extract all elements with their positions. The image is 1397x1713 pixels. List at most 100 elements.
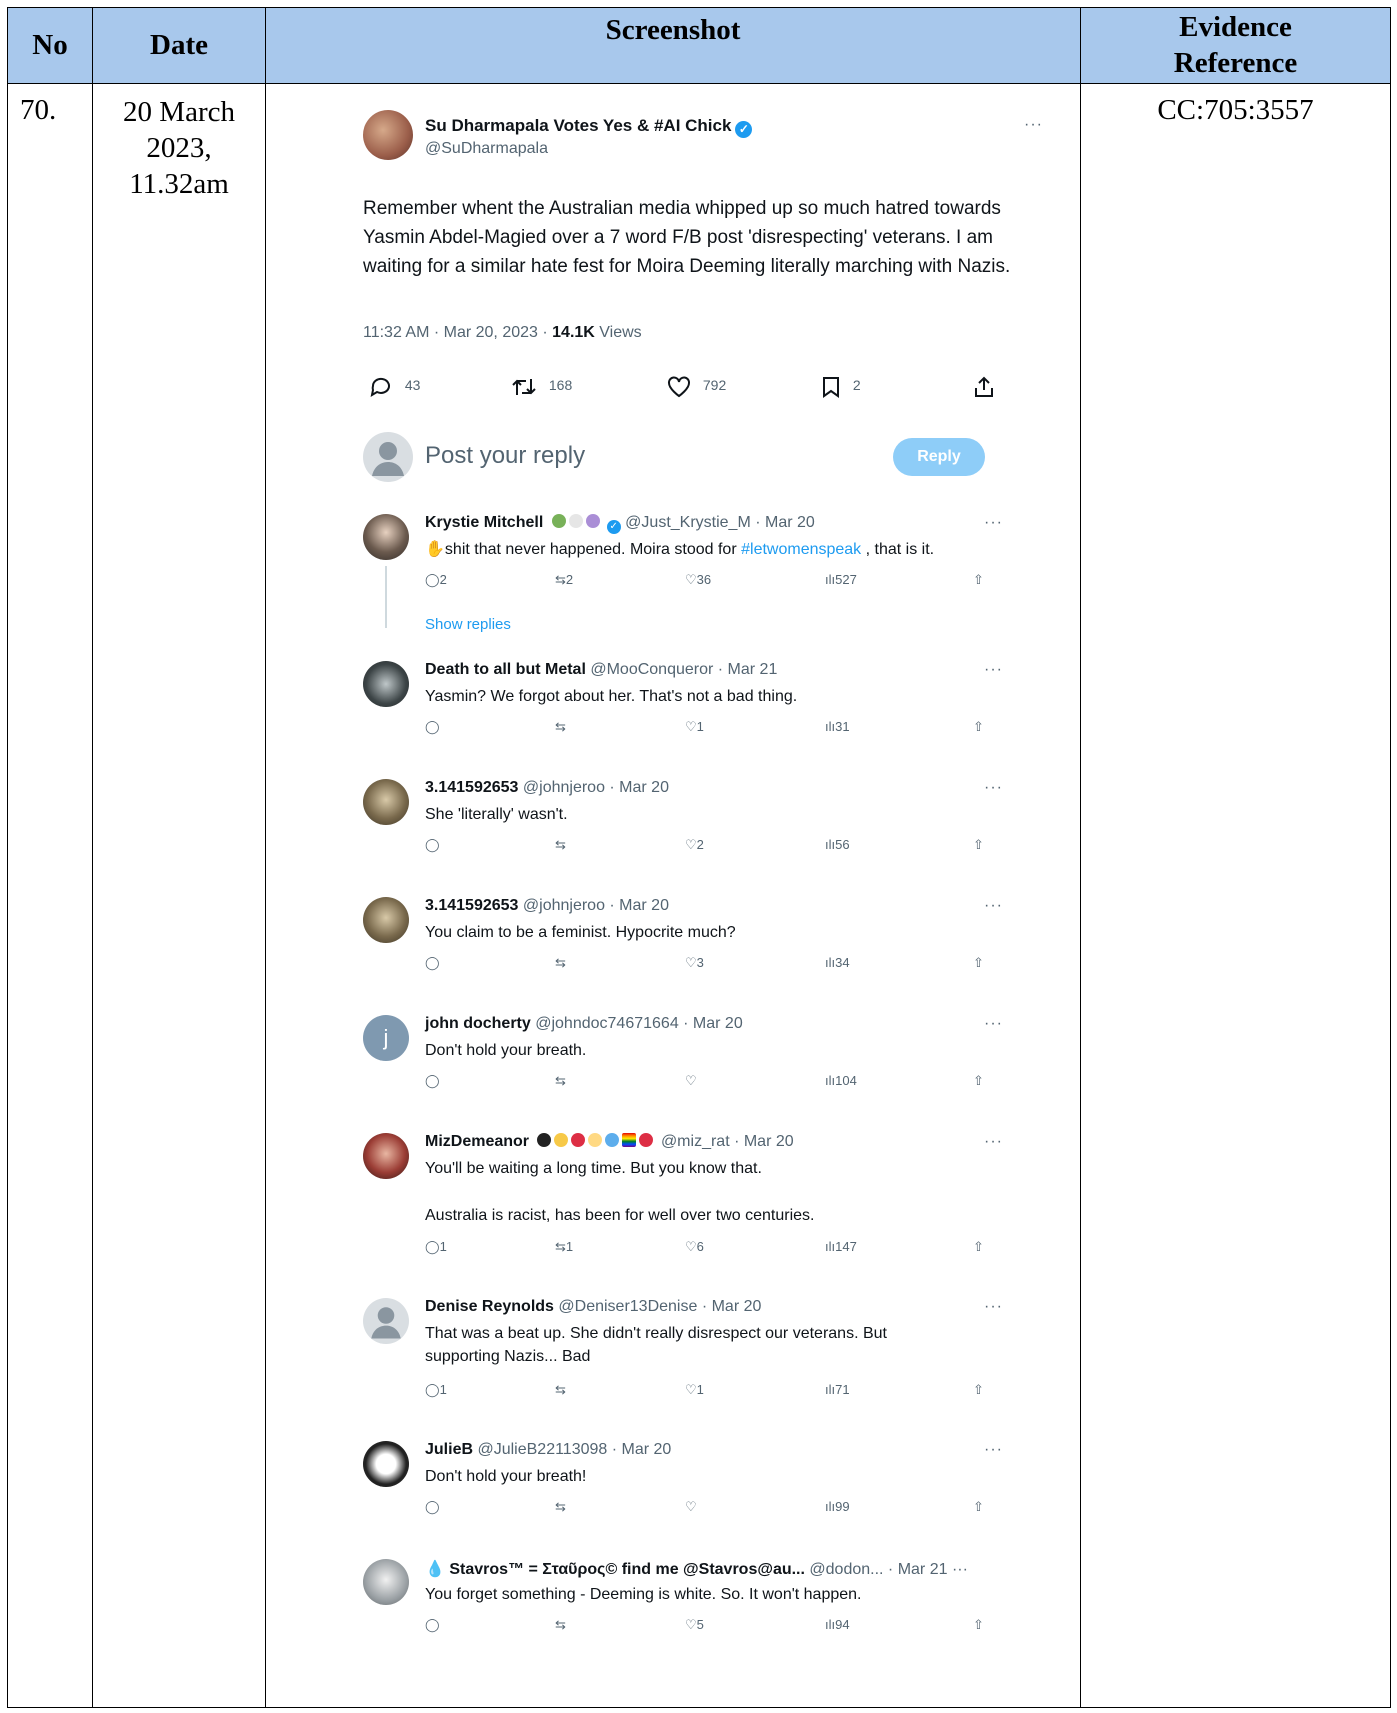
retweet-action[interactable]: ⇆ — [555, 1617, 566, 1633]
more-options-icon[interactable]: ··· — [1024, 116, 1043, 134]
reply-text: ✋shit that never happened. Moira stood f… — [425, 538, 1005, 561]
views-action[interactable]: ılı 99 — [825, 1499, 850, 1514]
more-options-icon[interactable]: ··· — [984, 1133, 1003, 1151]
views-action[interactable]: ılı 104 — [825, 1073, 857, 1088]
retweet-action[interactable]: ⇆ 2 — [555, 572, 573, 588]
reply-avatar[interactable] — [363, 778, 409, 825]
reply-handle-date[interactable]: @MooConqueror · Mar 21 — [590, 661, 777, 678]
share-icon[interactable]: ⇧ — [973, 1617, 984, 1633]
more-options-icon[interactable]: ··· — [984, 514, 1003, 532]
reply-action[interactable]: ◯ — [425, 1499, 440, 1515]
reply-author-name[interactable]: 3.141592653 — [425, 897, 518, 914]
more-options-icon[interactable]: ··· — [984, 897, 1003, 915]
reply-author-name[interactable]: JulieB — [425, 1441, 473, 1458]
reply-handle-date[interactable]: @JulieB22113098 · Mar 20 — [477, 1441, 671, 1458]
retweet-action[interactable]: ⇆ — [555, 719, 566, 735]
reply-avatar[interactable] — [363, 896, 409, 943]
reply-action[interactable]: ◯ 1 — [425, 1382, 447, 1398]
like-action[interactable]: ♡ 3 — [685, 955, 704, 971]
reply-header: john docherty @johndoc74671664 · Mar 20 — [425, 1015, 743, 1033]
reply-avatar[interactable] — [363, 1440, 409, 1487]
reply-avatar[interactable] — [363, 660, 409, 707]
views-action[interactable]: ılı 56 — [825, 837, 850, 852]
author-avatar[interactable] — [363, 109, 413, 160]
like-action[interactable]: ♡ 6 — [685, 1239, 704, 1255]
reply-action[interactable]: ◯ — [425, 719, 440, 735]
reply-input[interactable]: Post your reply — [425, 442, 585, 470]
show-replies-link[interactable]: Show replies — [425, 616, 511, 633]
share-icon[interactable]: ⇧ — [973, 719, 984, 735]
like-action[interactable]: 792 — [667, 375, 726, 398]
share-icon[interactable]: ⇧ — [973, 1499, 984, 1515]
reply-action[interactable]: ◯ — [425, 955, 440, 971]
views-action[interactable]: ılı 147 — [825, 1239, 857, 1254]
retweet-action[interactable]: ⇆ — [555, 837, 566, 853]
reply-text-second: Australia is racist, has been for well o… — [425, 1206, 815, 1224]
reply-author-name[interactable]: Death to all but Metal — [425, 661, 586, 678]
more-options-icon[interactable]: ··· — [984, 661, 1003, 679]
views-action[interactable]: ılı 31 — [825, 719, 850, 734]
retweet-action[interactable]: ⇆ 1 — [555, 1239, 573, 1255]
reply-handle-date[interactable]: @johnjeroo · Mar 20 — [523, 779, 669, 796]
author-handle[interactable]: @SuDharmapala — [425, 140, 548, 158]
more-options-icon[interactable]: ··· — [984, 1441, 1003, 1459]
reply-avatar[interactable]: j — [363, 1014, 409, 1061]
reply-handle-date[interactable]: @dodon... · Mar 21 — [809, 1561, 947, 1578]
reply-avatar[interactable] — [363, 1297, 409, 1344]
tweet-time[interactable]: 11:32 AM · Mar 20, 2023 · — [363, 324, 552, 341]
reply-handle-date[interactable]: @Just_Krystie_M · Mar 20 — [625, 514, 815, 531]
reply-handle-date[interactable]: @miz_rat · Mar 20 — [661, 1133, 794, 1150]
like-action[interactable]: ♡ 36 — [685, 572, 711, 588]
reply-action[interactable]: ◯ 2 — [425, 572, 447, 588]
reply-avatar[interactable] — [363, 513, 409, 560]
reply-action[interactable]: 43 — [369, 376, 420, 398]
reply-handle-date[interactable]: @johndoc74671664 · Mar 20 — [535, 1015, 743, 1032]
views-action[interactable]: ılı 71 — [825, 1382, 850, 1397]
reply-author-name[interactable]: Denise Reynolds — [425, 1298, 554, 1315]
author-name-line[interactable]: Su Dharmapala Votes Yes & #AI Chick ✓ — [425, 116, 753, 138]
bookmark-action[interactable]: 2 — [821, 376, 861, 398]
retweet-action[interactable]: ⇆ — [555, 1499, 566, 1515]
author-name[interactable]: Su Dharmapala Votes Yes & #AI Chick — [425, 116, 731, 135]
share-action[interactable] — [973, 376, 995, 398]
reply-handle-date[interactable]: @johnjeroo · Mar 20 — [523, 897, 669, 914]
reply-action[interactable]: ◯ 1 — [425, 1239, 447, 1255]
reply-handle-date[interactable]: @Deniser13Denise · Mar 20 — [558, 1298, 761, 1315]
views-action[interactable]: ılı 527 — [825, 572, 857, 587]
reply-author-name[interactable]: john docherty — [425, 1015, 531, 1032]
reply-author-name[interactable]: MizDemeanor — [425, 1133, 529, 1150]
share-icon[interactable]: ⇧ — [973, 1382, 984, 1398]
more-options-icon[interactable]: ··· — [952, 1561, 968, 1578]
like-action[interactable]: ♡ — [685, 1499, 697, 1515]
retweet-action[interactable]: ⇆ — [555, 955, 566, 971]
reply-action[interactable]: ◯ — [425, 837, 440, 853]
reply-action[interactable]: ◯ — [425, 1617, 440, 1633]
reply-avatar[interactable] — [363, 1132, 409, 1179]
share-icon[interactable]: ⇧ — [973, 572, 984, 588]
more-options-icon[interactable]: ··· — [984, 1298, 1003, 1316]
more-options-icon[interactable]: ··· — [984, 779, 1003, 797]
share-icon[interactable]: ⇧ — [973, 1073, 984, 1089]
retweet-action[interactable]: 168 — [511, 376, 572, 398]
share-icon[interactable]: ⇧ — [973, 955, 984, 971]
like-action[interactable]: ♡ — [685, 1073, 697, 1089]
like-action[interactable]: ♡ 5 — [685, 1617, 704, 1633]
like-action[interactable]: ♡ 1 — [685, 1382, 704, 1398]
views-action[interactable]: ılı 34 — [825, 955, 850, 970]
reply-author-name[interactable]: 3.141592653 — [425, 779, 518, 796]
hashtag-link[interactable]: #letwomenspeak — [741, 541, 861, 558]
retweet-action[interactable]: ⇆ — [555, 1382, 566, 1398]
more-options-icon[interactable]: ··· — [984, 1015, 1003, 1033]
header-date: Date — [92, 7, 266, 84]
views-action[interactable]: ılı 94 — [825, 1617, 850, 1632]
reply-action[interactable]: ◯ — [425, 1073, 440, 1089]
reply-author-name[interactable]: Stavros™ = Σταῦρος© find me @Stavros@au.… — [449, 1561, 805, 1578]
share-icon[interactable]: ⇧ — [973, 1239, 984, 1255]
reply-button[interactable]: Reply — [893, 437, 985, 476]
like-action[interactable]: ♡ 2 — [685, 837, 704, 853]
share-icon[interactable]: ⇧ — [973, 837, 984, 853]
reply-author-name[interactable]: Krystie Mitchell — [425, 514, 543, 531]
like-action[interactable]: ♡ 1 — [685, 719, 704, 735]
retweet-action[interactable]: ⇆ — [555, 1073, 566, 1089]
reply-avatar[interactable] — [363, 1558, 409, 1605]
